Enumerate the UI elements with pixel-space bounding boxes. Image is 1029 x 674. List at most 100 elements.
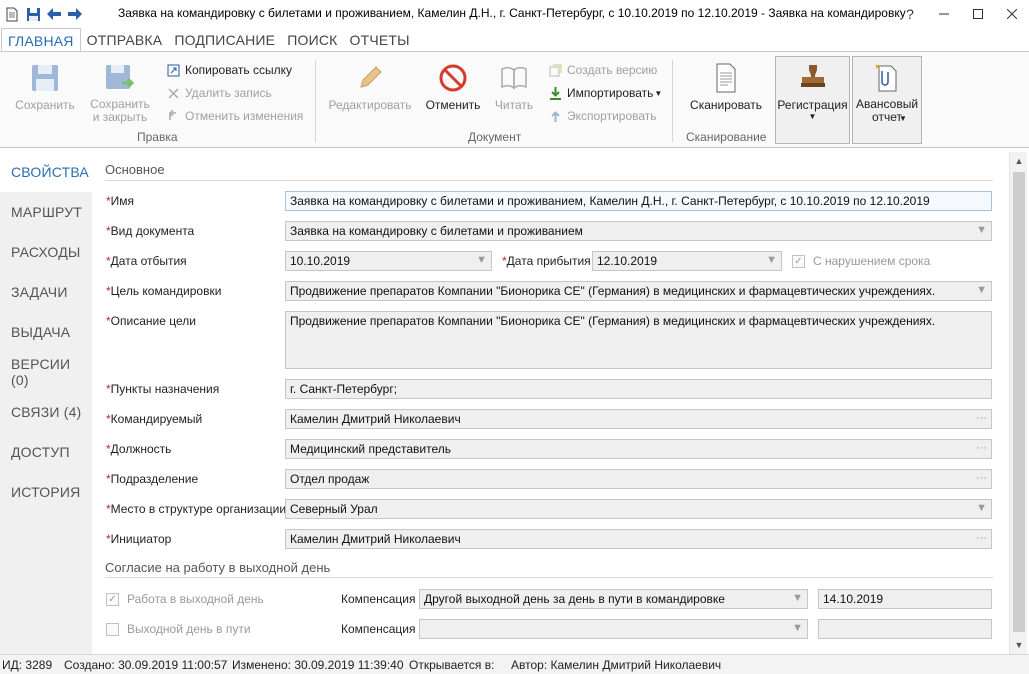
nav-route[interactable]: МАРШРУТ <box>0 192 92 232</box>
edit-button[interactable]: Редактировать <box>328 60 412 112</box>
depart-date-label: *Дата отбытия <box>106 254 187 268</box>
nav-versions[interactable]: ВЕРСИИ (0) <box>0 352 92 392</box>
book-icon <box>496 60 532 96</box>
department-field[interactable]: Отдел продаж ··· <box>285 469 992 489</box>
ellipsis-icon[interactable]: ··· <box>976 412 987 424</box>
compensation-select[interactable]: ▼ <box>419 619 808 639</box>
scroll-thumb[interactable] <box>1013 172 1025 632</box>
initiator-field[interactable]: Камелин Дмитрий Николаевич ··· <box>285 529 992 549</box>
scroll-up-icon[interactable]: ▲ <box>1010 152 1028 170</box>
window-title: Заявка на командировку с билетами и прож… <box>118 6 906 20</box>
tab-signing[interactable]: ПОДПИСАНИЕ <box>168 28 281 52</box>
weekend-travel-checkbox[interactable]: Выходной день в пути <box>106 622 251 636</box>
chevron-down-icon[interactable]: ▼ <box>766 254 777 266</box>
close-button[interactable] <box>995 0 1029 28</box>
nav-tasks[interactable]: ЗАДАЧИ <box>0 272 92 312</box>
save-label: Сохранить <box>15 98 75 112</box>
prohibited-icon <box>435 60 471 96</box>
section-title-weekend: Согласие на работу в выходной день <box>105 560 331 575</box>
arrive-date-field[interactable]: 12.10.2019 ▼ <box>592 251 782 271</box>
chevron-down-icon[interactable]: ▼ <box>976 284 987 296</box>
name-field[interactable]: Заявка на командировку с билетами и прож… <box>285 191 992 211</box>
purpose-desc-field[interactable]: Продвижение препаратов Компании "Бионори… <box>285 311 992 369</box>
save-close-icon <box>102 60 138 96</box>
ellipsis-icon[interactable]: ··· <box>976 472 987 484</box>
import-button[interactable]: Импортировать ▼ <box>548 86 662 100</box>
employee-field[interactable]: Камелин Дмитрий Николаевич ··· <box>285 409 992 429</box>
copy-link-button[interactable]: Копировать ссылку <box>166 63 292 77</box>
nav-links[interactable]: СВЯЗИ (4) <box>0 392 92 432</box>
compensation-label: Компенсация <box>341 592 416 606</box>
group-label-edit: Правка <box>137 130 178 144</box>
delete-x-icon <box>166 86 180 100</box>
section-title-main: Основное <box>105 162 165 177</box>
destinations-field[interactable]: г. Санкт-Петербург; <box>285 379 992 399</box>
paperclip-document-icon <box>869 60 905 96</box>
overdue-checkbox[interactable]: ✓ С нарушением срока <box>792 254 930 268</box>
weekend-work-checkbox[interactable]: ✓ Работа в выходной день <box>106 592 264 606</box>
save-icon[interactable] <box>25 6 41 22</box>
scan-button[interactable]: Сканировать <box>686 60 766 112</box>
nav-access[interactable]: ДОСТУП <box>0 432 92 472</box>
export-button[interactable]: Экспортировать <box>548 109 657 123</box>
checkbox-empty-icon <box>106 622 119 636</box>
forward-arrow-icon[interactable] <box>67 6 83 22</box>
org-structure-select[interactable]: Северный Урал ▼ <box>285 499 992 519</box>
compensation-select[interactable]: Другой выходной день за день в пути в ко… <box>419 589 808 609</box>
chevron-down-icon[interactable]: ▼ <box>976 502 987 514</box>
help-button[interactable]: ? <box>893 0 927 28</box>
depart-date-field[interactable]: 10.10.2019 ▼ <box>285 251 492 271</box>
arrive-date-label: *Дата прибытия <box>502 254 591 268</box>
tab-home[interactable]: ГЛАВНАЯ <box>1 28 81 52</box>
properties-form: Основное *Имя Заявка на командировку с б… <box>92 152 1009 654</box>
chevron-down-icon[interactable]: ▼ <box>792 622 803 634</box>
position-field[interactable]: Медицинский представитель ··· <box>285 439 992 459</box>
back-arrow-icon[interactable] <box>46 6 62 22</box>
ellipsis-icon[interactable]: ··· <box>976 442 987 454</box>
title-bar: Заявка на командировку с билетами и прож… <box>0 0 1029 28</box>
advance-report-button[interactable]: Авансовый отчет <box>852 60 922 124</box>
scanner-document-icon <box>708 60 744 96</box>
status-id: ИД: 3289 <box>2 658 53 672</box>
status-created: Создано: 30.09.2019 11:00:57 <box>64 658 228 672</box>
import-dropdown-icon: ▼ <box>654 88 663 98</box>
ellipsis-icon[interactable]: ··· <box>976 532 987 544</box>
nav-history[interactable]: ИСТОРИЯ <box>0 472 92 512</box>
ribbon-separator <box>315 60 316 142</box>
tab-search[interactable]: ПОИСК <box>281 28 343 52</box>
advance-report-dropdown-icon: ▼ <box>899 114 907 123</box>
maximize-button[interactable] <box>961 0 995 28</box>
save-close-button[interactable]: Сохранить и закрыть <box>84 60 156 124</box>
chevron-down-icon[interactable]: ▼ <box>476 254 487 266</box>
chevron-down-icon[interactable]: ▼ <box>792 592 803 604</box>
position-label: *Должность <box>106 442 172 456</box>
employee-label: *Командируемый <box>106 412 203 426</box>
status-opens-in: Открывается в: <box>409 658 495 672</box>
minimize-button[interactable] <box>927 0 961 28</box>
nav-properties[interactable]: СВОЙСТВА <box>0 152 92 192</box>
create-version-button[interactable]: Создать версию <box>548 63 657 77</box>
delete-record-button[interactable]: Удалить запись <box>166 86 272 100</box>
purpose-select[interactable]: Продвижение препаратов Компании "Бионори… <box>285 281 992 301</box>
scroll-down-icon[interactable]: ▼ <box>1010 636 1028 654</box>
compensation-date-field[interactable] <box>818 619 992 639</box>
nav-expenses[interactable]: РАСХОДЫ <box>0 232 92 272</box>
status-bar: ИД: 3289 Создано: 30.09.2019 11:00:57 Из… <box>0 654 1029 674</box>
chevron-down-icon[interactable]: ▼ <box>976 224 987 236</box>
cancel-button[interactable]: Отменить <box>422 60 484 112</box>
section-divider <box>105 577 993 578</box>
save-button[interactable]: Сохранить <box>12 60 78 112</box>
group-label-scan: Сканирование <box>686 130 767 144</box>
registration-button[interactable]: Регистрация ▼ <box>775 60 850 121</box>
tab-send[interactable]: ОТПРАВКА <box>81 28 169 52</box>
compensation-date-field[interactable]: 14.10.2019 <box>818 589 992 609</box>
undo-changes-button[interactable]: Отменить изменения <box>166 109 303 123</box>
tab-reports[interactable]: ОТЧЕТЫ <box>344 28 416 52</box>
read-button[interactable]: Читать <box>490 60 538 112</box>
doctype-select[interactable]: Заявка на командировку с билетами и прож… <box>285 221 992 241</box>
vertical-scrollbar[interactable]: ▲ ▼ <box>1009 152 1027 654</box>
stamp-icon <box>795 60 831 96</box>
export-arrow-icon <box>548 109 562 123</box>
nav-issuance[interactable]: ВЫДАЧА <box>0 312 92 352</box>
compensation-label: Компенсация <box>341 622 416 636</box>
